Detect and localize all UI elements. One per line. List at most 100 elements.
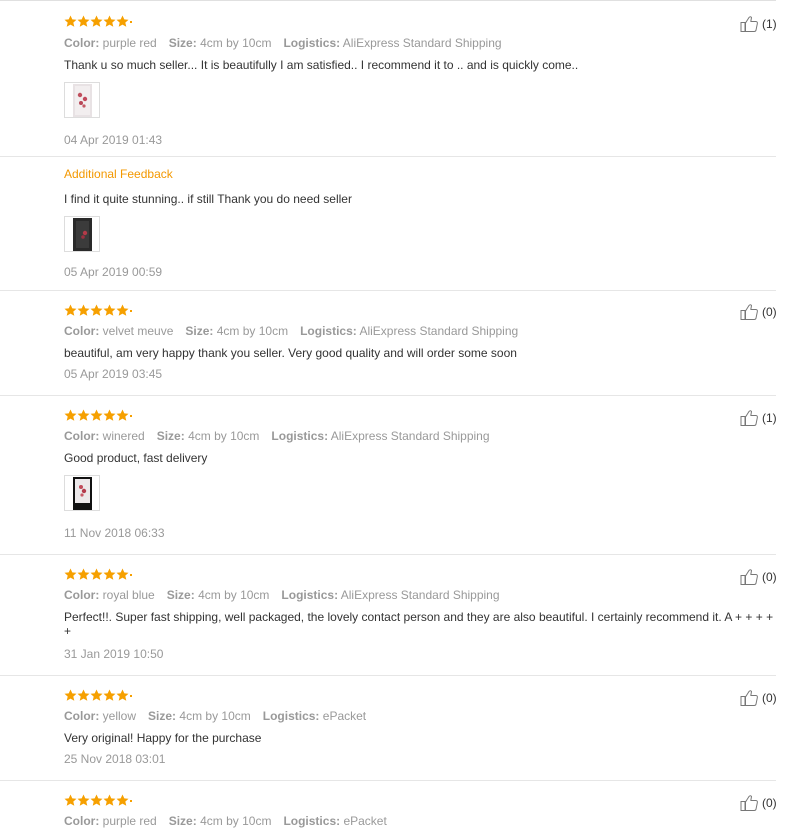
star-rating (64, 409, 132, 423)
star-dot (130, 310, 132, 312)
review-date: 31 Jan 2019 10:50 (64, 647, 164, 661)
review-meta: Color: purple red Size: 4cm by 10cm Logist… (64, 36, 502, 50)
additional-feedback-text: I find it quite stunning.. if still Than… (64, 192, 352, 206)
review-date: 04 Apr 2019 01:43 (64, 133, 163, 147)
review-meta: Color: purple red Size: 4cm by 10cm Logist… (64, 814, 387, 828)
color-value: royal blue (102, 588, 155, 602)
star-icon (90, 409, 103, 422)
helpful-count: (1) (762, 411, 777, 425)
helpful-button[interactable]: (0) (740, 303, 777, 321)
review-text: beautiful, am very happy thank you selle… (64, 346, 517, 360)
thumbs-up-icon (740, 15, 762, 33)
top-divider (0, 0, 776, 1)
star-icon (90, 689, 103, 702)
helpful-button[interactable]: (0) (740, 689, 777, 707)
star-icon (90, 794, 103, 807)
photo-image (73, 218, 92, 251)
review-text: Good product, fast delivery (64, 451, 208, 465)
star-icon (116, 794, 129, 807)
size-value: 4cm by 10cm (200, 814, 272, 828)
review-photo-thumbnail[interactable] (64, 475, 100, 511)
thumbs-up-icon (740, 568, 762, 586)
color-value: yellow (102, 709, 137, 723)
review-text: Thank u so much seller... It is beautifu… (64, 58, 579, 72)
star-icon (116, 304, 129, 317)
star-icon (116, 689, 129, 702)
star-icon (103, 568, 116, 581)
review-meta: Color: velvet meuve Size: 4cm by 10cm Logi… (64, 324, 519, 338)
star-icon (77, 304, 90, 317)
star-icon (103, 304, 116, 317)
star-icon (64, 568, 77, 581)
size-value: 4cm by 10cm (216, 324, 289, 338)
review-divider (0, 290, 776, 291)
helpful-count: (0) (762, 305, 777, 319)
helpful-count: (1) (762, 17, 777, 31)
logistics-value: ePacket (322, 709, 367, 723)
star-icon (103, 409, 116, 422)
photo-image (73, 477, 92, 510)
review-divider (0, 780, 776, 781)
review-meta: Color: winered Size: 4cm by 10cm Logistics… (64, 429, 490, 443)
review-photo-thumbnail[interactable] (64, 82, 100, 118)
star-icon (116, 15, 129, 28)
star-rating (64, 15, 132, 29)
star-rating (64, 794, 132, 808)
star-icon (64, 689, 77, 702)
star-icon (103, 15, 116, 28)
thumbs-up-icon (740, 409, 762, 427)
review-divider (0, 675, 776, 676)
star-icon (90, 304, 103, 317)
review-meta: Color: yellow Size: 4cm by 10cm Logistics:… (64, 709, 367, 723)
additional-divider (0, 156, 776, 157)
logistics-value: AliExpress Standard Shipping (340, 588, 500, 602)
star-icon (64, 15, 77, 28)
color-value: winered (102, 429, 145, 443)
size-value: 4cm by 10cm (188, 429, 260, 443)
star-icon (77, 15, 90, 28)
size-value: 4cm by 10cm (198, 588, 270, 602)
helpful-button[interactable]: (1) (740, 15, 777, 33)
color-value: purple red (102, 36, 157, 50)
star-rating (64, 689, 132, 703)
color-value: velvet meuve (102, 324, 174, 338)
star-icon (103, 689, 116, 702)
logistics-value: AliExpress Standard Shipping (359, 324, 519, 338)
logistics-value: AliExpress Standard Shipping (330, 429, 490, 443)
review-meta: Color: royal blue Size: 4cm by 10cm Logist… (64, 588, 500, 602)
thumbs-up-icon (740, 689, 762, 707)
star-icon (116, 568, 129, 581)
color-value: purple red (102, 814, 157, 828)
star-rating (64, 304, 132, 318)
review-date: 11 Nov 2018 06:33 (64, 526, 165, 540)
star-icon (64, 794, 77, 807)
size-value: 4cm by 10cm (179, 709, 251, 723)
review-date: 25 Nov 2018 03:01 (64, 752, 166, 766)
helpful-button[interactable]: (0) (740, 568, 777, 586)
review-text: Perfect!!. Super fast shipping, well pac… (64, 610, 774, 638)
review-text: Very original! Happy for the purchase (64, 731, 262, 745)
helpful-button[interactable]: (1) (740, 409, 777, 427)
additional-photo-thumbnail[interactable] (64, 216, 100, 252)
star-icon (77, 689, 90, 702)
star-icon (77, 409, 90, 422)
helpful-count: (0) (762, 691, 777, 705)
size-value: 4cm by 10cm (200, 36, 272, 50)
star-icon (64, 304, 77, 317)
review-divider (0, 554, 776, 555)
star-icon (116, 409, 129, 422)
star-dot (130, 800, 132, 802)
star-dot (130, 21, 132, 23)
thumbs-up-icon (740, 303, 762, 321)
star-rating (64, 568, 132, 582)
review-date: 05 Apr 2019 03:45 (64, 367, 163, 381)
star-icon (77, 794, 90, 807)
helpful-button[interactable]: (0) (740, 794, 777, 812)
star-icon (77, 568, 90, 581)
star-dot (130, 574, 132, 576)
helpful-count: (0) (762, 796, 777, 810)
additional-feedback-heading: Additional Feedback (64, 167, 173, 181)
photo-image (73, 84, 92, 117)
star-dot (130, 415, 132, 417)
review-divider (0, 395, 776, 396)
